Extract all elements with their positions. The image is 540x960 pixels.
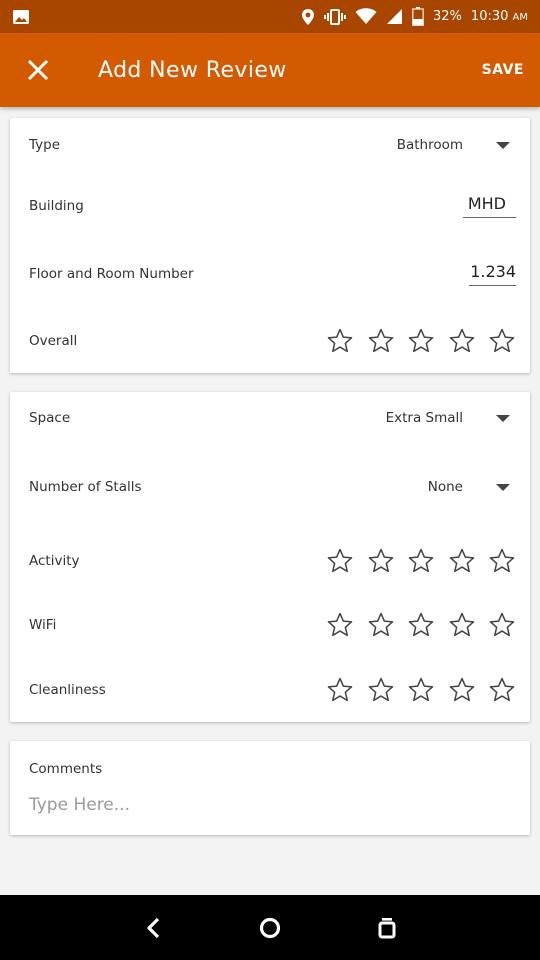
room-input[interactable]: 1.234 [469, 262, 516, 286]
close-button[interactable] [1, 33, 75, 107]
star-icon[interactable] [326, 547, 354, 575]
dropdown-arrow-icon [496, 141, 510, 149]
vibrate-icon [324, 8, 347, 26]
image-notification-icon [12, 9, 30, 25]
building-row: Building MHD [10, 190, 530, 222]
building-label: Building [29, 198, 84, 214]
home-button[interactable] [250, 908, 290, 948]
cleanliness-rating[interactable] [326, 676, 516, 704]
status-bar: 32% 10:30 AM [0, 0, 540, 33]
recents-icon [378, 917, 396, 938]
home-icon [259, 917, 281, 938]
recents-button[interactable] [367, 908, 407, 948]
wifi-icon [355, 8, 377, 25]
activity-rating[interactable] [326, 547, 516, 575]
comments-card: Comments Type Here... [10, 741, 530, 835]
star-icon[interactable] [448, 547, 476, 575]
star-icon[interactable] [326, 611, 354, 639]
review-basics-card: Type Bathroom Building MHD Floor and Roo… [10, 118, 530, 373]
save-button[interactable]: SAVE [482, 62, 524, 78]
overall-rating[interactable] [326, 327, 516, 355]
wifi-rating[interactable] [326, 611, 516, 639]
star-icon[interactable] [488, 327, 516, 355]
wifi-label: WiFi [29, 617, 57, 633]
space-value: Extra Small [385, 410, 463, 426]
star-icon[interactable] [448, 676, 476, 704]
star-icon[interactable] [367, 327, 395, 355]
type-value: Bathroom [396, 137, 463, 153]
overall-row: Overall [10, 326, 530, 356]
space-label: Space [29, 410, 71, 426]
star-icon[interactable] [367, 676, 395, 704]
star-icon[interactable] [407, 611, 435, 639]
star-icon[interactable] [326, 327, 354, 355]
stalls-label: Number of Stalls [29, 479, 142, 495]
stalls-value: None [427, 479, 463, 495]
signal-icon [386, 8, 403, 25]
dropdown-arrow-icon [496, 483, 510, 491]
star-icon[interactable] [448, 327, 476, 355]
clock: 10:30 AM [471, 9, 528, 24]
star-icon[interactable] [407, 327, 435, 355]
building-input[interactable]: MHD [463, 194, 516, 218]
activity-label: Activity [29, 553, 80, 569]
battery-percent: 32% [433, 9, 462, 24]
star-icon[interactable] [488, 676, 516, 704]
room-label: Floor and Room Number [29, 266, 194, 282]
app-bar: Add New Review SAVE [0, 33, 540, 107]
star-icon[interactable] [367, 547, 395, 575]
room-row: Floor and Room Number 1.234 [10, 258, 530, 290]
clock-time: 10:30 [470, 9, 509, 24]
activity-row: Activity [10, 546, 530, 576]
star-icon[interactable] [367, 611, 395, 639]
star-icon[interactable] [488, 611, 516, 639]
back-icon [147, 917, 160, 938]
star-icon[interactable] [488, 547, 516, 575]
star-icon[interactable] [407, 547, 435, 575]
type-label: Type [29, 137, 61, 153]
location-icon [301, 8, 315, 26]
space-dropdown[interactable]: Extra Small [386, 410, 516, 426]
review-details-card: Space Extra Small Number of Stalls None … [10, 392, 530, 722]
back-button[interactable] [133, 908, 173, 948]
comments-input[interactable]: Type Here... [29, 795, 509, 815]
space-row: Space Extra Small [10, 404, 530, 432]
dropdown-arrow-icon [496, 414, 510, 422]
type-row: Type Bathroom [10, 131, 530, 159]
star-icon[interactable] [407, 676, 435, 704]
type-dropdown[interactable]: Bathroom [397, 137, 516, 153]
comments-label: Comments [29, 761, 103, 777]
cleanliness-label: Cleanliness [29, 682, 106, 698]
clock-ampm: AM [512, 12, 528, 23]
wifi-row: WiFi [10, 610, 530, 640]
cleanliness-row: Cleanliness [10, 675, 530, 705]
page-title: Add New Review [98, 57, 287, 83]
stalls-dropdown[interactable]: None [428, 479, 516, 495]
overall-label: Overall [29, 333, 78, 349]
star-icon[interactable] [326, 676, 354, 704]
star-icon[interactable] [448, 611, 476, 639]
battery-icon [412, 7, 425, 26]
close-icon [27, 59, 49, 81]
stalls-row: Number of Stalls None [10, 473, 530, 501]
system-nav-bar [0, 895, 540, 960]
